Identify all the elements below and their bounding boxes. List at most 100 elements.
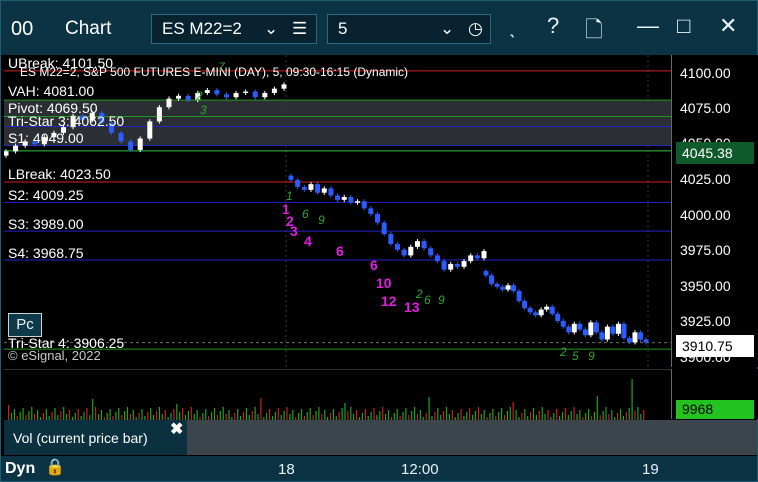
volume-bar (219, 411, 221, 420)
price-bar (421, 241, 427, 249)
volume-pane[interactable] (4, 369, 671, 420)
volume-bar (460, 409, 462, 420)
volume-bar (361, 413, 363, 420)
price-bar (361, 201, 367, 209)
volume-bar (329, 413, 332, 420)
volume-bar (547, 410, 549, 420)
price-bar (538, 309, 544, 316)
minimize-icon[interactable]: ˎ (509, 13, 516, 39)
price-pane[interactable]: ES M22=2, S&P 500 FUTURES E-MINI (DAY), … (4, 55, 671, 367)
volume-bar (483, 410, 485, 420)
chevron-down-icon[interactable]: ⌄ (440, 15, 454, 43)
link-group-icon[interactable]: 00 (11, 18, 33, 41)
volume-bar (570, 411, 572, 420)
price-bar (632, 332, 638, 343)
y-tick-label: 4100.00 (680, 65, 731, 81)
title-bar: 00 Chart ES M22=2 ⌄ ☰ 5 ⌄ ◷ ˎ ? 🗋 — □ ✕ (1, 1, 757, 55)
price-bar (118, 132, 124, 142)
volume-bar (274, 412, 276, 420)
volume-bar (45, 409, 47, 420)
volume-bar (414, 407, 416, 420)
volume-bar (344, 403, 346, 420)
volume-bar (382, 407, 384, 420)
price-bar (166, 98, 172, 108)
volume-bar (474, 411, 477, 420)
price-bar (394, 244, 400, 250)
price-bar (375, 214, 381, 223)
volume-bar (466, 412, 468, 420)
volume-bar (118, 408, 120, 420)
price-bar (414, 241, 420, 247)
symbol-value: ES M22=2 (162, 19, 242, 38)
volume-bar (506, 411, 508, 420)
maximize-icon[interactable]: □ (677, 13, 690, 39)
chevron-down-icon[interactable]: ⌄ (264, 15, 278, 43)
price-bar (533, 312, 539, 316)
volume-bar (8, 405, 10, 420)
count-label: 3 (290, 223, 298, 239)
volume-bar (370, 412, 372, 420)
price-bar (355, 201, 361, 203)
volume-bar (10, 413, 13, 420)
volume-bar (150, 408, 152, 420)
count-label: 13 (404, 299, 420, 315)
chart-window: 00 Chart ES M22=2 ⌄ ☰ 5 ⌄ ◷ ˎ ? 🗋 — □ ✕ … (0, 0, 758, 482)
price-bar (637, 332, 643, 340)
price-bar (434, 255, 440, 262)
volume-bar (538, 411, 540, 420)
price-bar (328, 188, 334, 196)
volume-bar (332, 409, 334, 420)
volume-bar (269, 409, 271, 420)
price-bar (428, 248, 434, 256)
price-bar (604, 326, 610, 340)
clock-icon[interactable]: ◷ (468, 15, 483, 43)
list-icon[interactable]: ☰ (292, 15, 307, 43)
close-icon[interactable]: ✕ (719, 13, 737, 39)
volume-bar (13, 409, 15, 420)
price-bar (615, 323, 621, 334)
volume-bar (619, 409, 622, 420)
count-label: 6 (370, 257, 378, 273)
volume-bar (19, 412, 21, 420)
y-tick-label: 3925.00 (680, 313, 731, 329)
x-tick-label: 12:00 (401, 461, 439, 478)
symbol-selector[interactable]: ES M22=2 ⌄ ☰ (151, 14, 317, 44)
price-chart[interactable] (4, 55, 671, 367)
price-bar (252, 91, 258, 98)
lbreak-label: LBreak: 4023.50 (8, 166, 111, 182)
price-bar (544, 306, 550, 310)
s2-label: S2: 4009.25 (8, 187, 84, 203)
x-tick-label: 18 (278, 461, 295, 478)
price-axis[interactable]: 4100.00 4075.00 4050.00 4025.00 4000.00 … (671, 55, 758, 367)
close-icon[interactable]: ✖ (170, 419, 183, 439)
price-bar (185, 95, 191, 101)
help-icon[interactable]: ? (547, 13, 559, 39)
volume-bar (469, 408, 471, 420)
volume-bar (579, 410, 581, 420)
volume-legend[interactable]: Vol (current price bar) ✖ (4, 420, 187, 455)
count-label: 6 (424, 293, 431, 307)
interval-input[interactable]: 5 ⌄ ◷ (327, 14, 491, 44)
dyn-button[interactable]: Dyn (5, 460, 35, 478)
volume-bar (532, 408, 535, 420)
minimize-window-icon[interactable]: — (637, 13, 659, 39)
volume-bar (115, 412, 117, 420)
count-label: 4 (304, 233, 312, 249)
price-bar (522, 301, 528, 309)
time-axis[interactable]: Dyn 🔒 18 12:00 19 (1, 456, 757, 481)
s3-label: S3: 3989.00 (8, 216, 84, 232)
pc-button[interactable]: Pc (8, 313, 42, 337)
volume-bar (585, 413, 587, 420)
volume-bar (254, 407, 256, 420)
volume-bar (402, 412, 404, 420)
price-bar (461, 261, 467, 267)
volume-legend-label: Vol (current price bar) (13, 430, 148, 446)
count-label: 6 (302, 207, 309, 221)
volume-bar (164, 410, 166, 420)
lock-icon[interactable]: 🔒 (45, 457, 65, 477)
volume-bar (31, 407, 33, 420)
price-bar (295, 179, 301, 187)
price-bar (500, 286, 506, 290)
template-icon[interactable]: 🗋 (585, 13, 603, 51)
volume-bar (222, 407, 224, 420)
